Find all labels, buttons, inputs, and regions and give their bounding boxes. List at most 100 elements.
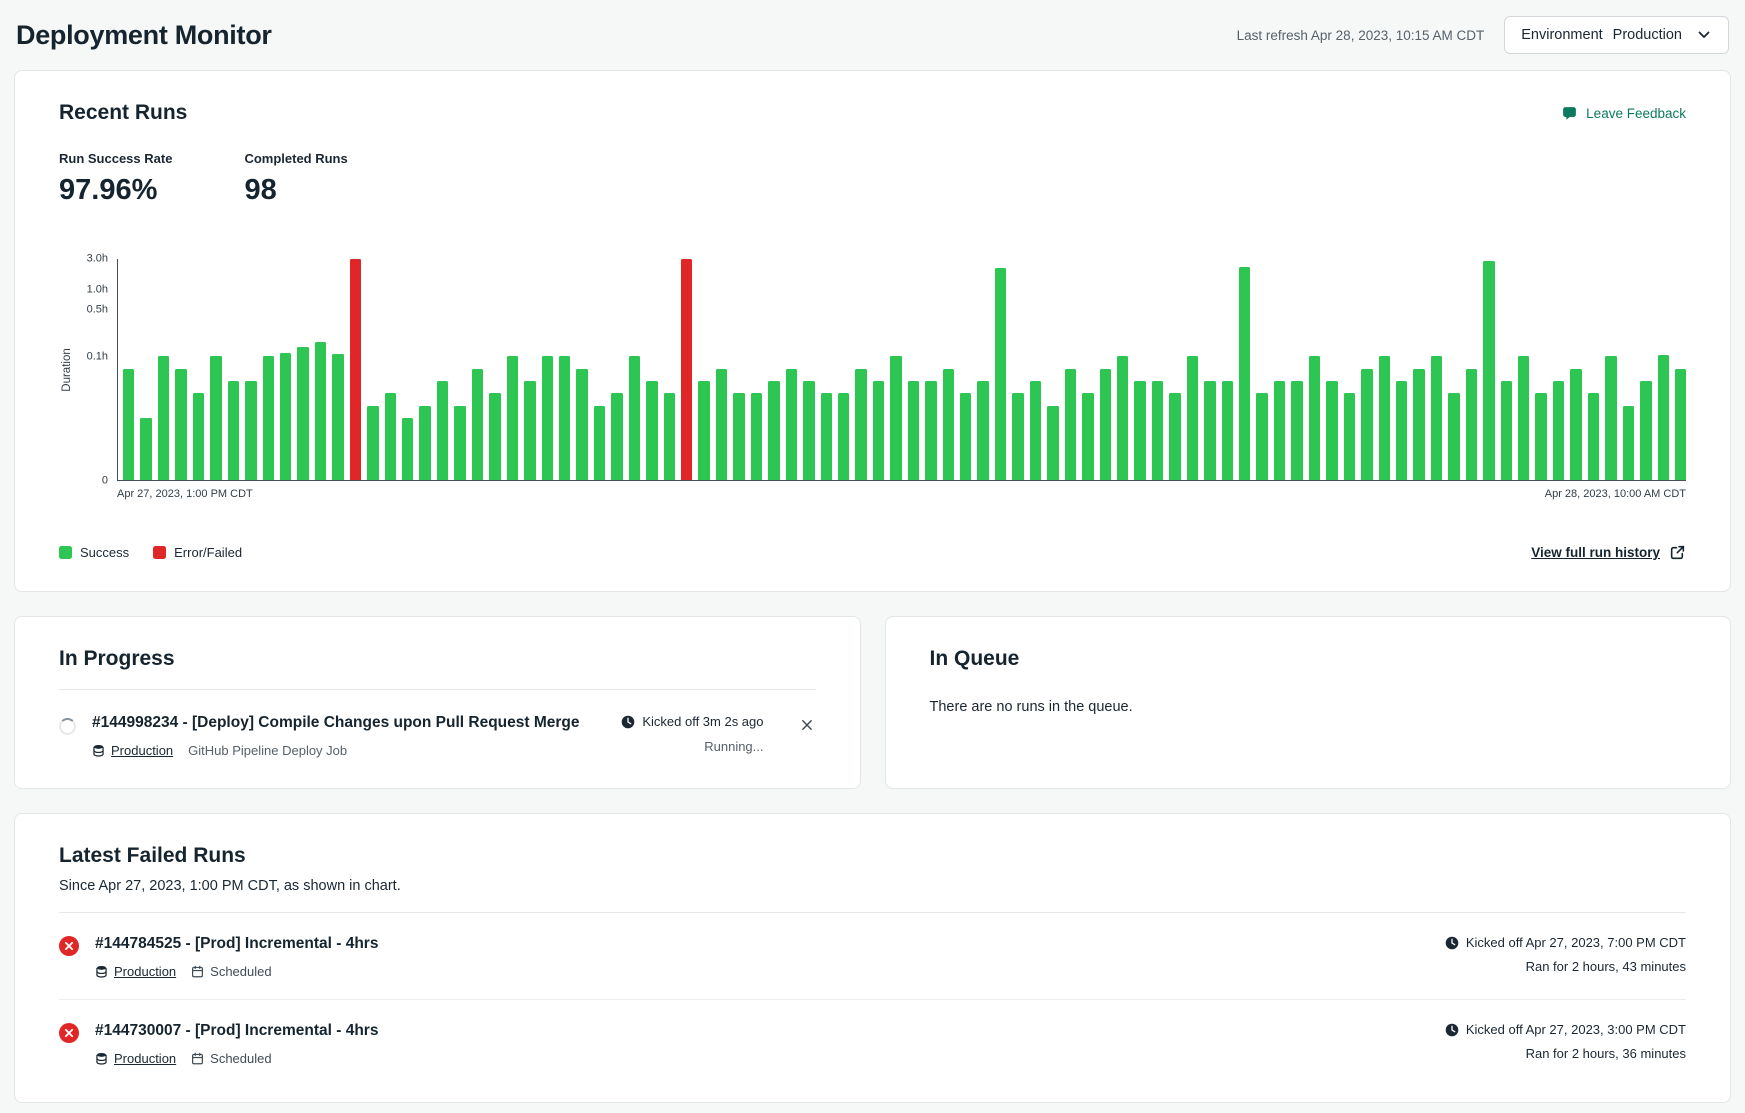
chart-bar[interactable]: [838, 393, 849, 480]
chart-bar[interactable]: [437, 381, 448, 480]
chart-bar[interactable]: [873, 381, 884, 480]
chart-bar[interactable]: [698, 381, 709, 480]
chart-bar[interactable]: [594, 406, 605, 480]
chart-bar[interactable]: [768, 381, 779, 480]
chart-bar[interactable]: [1466, 369, 1477, 480]
chart-bar[interactable]: [280, 353, 291, 480]
chart-bar[interactable]: [1448, 393, 1459, 480]
chart-bar[interactable]: [977, 381, 988, 480]
production-link[interactable]: Production: [95, 1051, 176, 1066]
chart-bar[interactable]: [193, 393, 204, 480]
chart-bar[interactable]: [158, 356, 169, 480]
chart-bar[interactable]: [489, 393, 500, 480]
leave-feedback-link[interactable]: Leave Feedback: [1561, 105, 1686, 122]
chart-bar[interactable]: [1518, 356, 1529, 480]
chart-bar[interactable]: [1501, 381, 1512, 480]
chart-bar[interactable]: [1570, 369, 1581, 480]
chart-bar[interactable]: [576, 369, 587, 480]
chart-bar[interactable]: [385, 393, 396, 480]
chart-bar[interactable]: [995, 268, 1006, 480]
chart-bar[interactable]: [1605, 356, 1616, 480]
chart-bar[interactable]: [402, 418, 413, 480]
chart-bar[interactable]: [681, 259, 692, 480]
chart-bar[interactable]: [1483, 261, 1494, 480]
chart-bar[interactable]: [1187, 356, 1198, 480]
chart-bar[interactable]: [1361, 369, 1372, 480]
chart-bar[interactable]: [1100, 369, 1111, 480]
chart-bar[interactable]: [1239, 267, 1250, 480]
chart-bar[interactable]: [350, 259, 361, 480]
chart-bar[interactable]: [1222, 381, 1233, 480]
chart-bar[interactable]: [1431, 356, 1442, 480]
chart-bar[interactable]: [263, 356, 274, 480]
chart-bar[interactable]: [803, 381, 814, 480]
chart-bar[interactable]: [1344, 393, 1355, 480]
chart-bar[interactable]: [1047, 406, 1058, 480]
chart-bar[interactable]: [1152, 381, 1163, 480]
job-name: GitHub Pipeline Deploy Job: [188, 743, 347, 758]
chart-bar[interactable]: [524, 381, 535, 480]
chart-bar[interactable]: [419, 406, 430, 480]
chart-bar[interactable]: [1535, 393, 1546, 480]
chart-bar[interactable]: [821, 393, 832, 480]
chart-bar[interactable]: [1117, 356, 1128, 480]
chart-bar[interactable]: [1309, 356, 1320, 480]
chart-bar[interactable]: [1553, 381, 1564, 480]
chart-bar[interactable]: [1204, 381, 1215, 480]
chart-bar[interactable]: [507, 356, 518, 480]
chart-bar[interactable]: [629, 356, 640, 480]
chart-bar[interactable]: [855, 369, 866, 480]
chart-plot: [117, 259, 1686, 481]
chart-bar[interactable]: [664, 393, 675, 480]
database-icon: [95, 965, 108, 978]
chart-bar[interactable]: [716, 369, 727, 480]
production-link[interactable]: Production: [95, 964, 176, 979]
chart-bar[interactable]: [1396, 381, 1407, 480]
chart-bar[interactable]: [542, 356, 553, 480]
chart-bar[interactable]: [367, 406, 378, 480]
chart-bar[interactable]: [943, 369, 954, 480]
chart-bar[interactable]: [1623, 406, 1634, 480]
chart-bar[interactable]: [1169, 393, 1180, 480]
chart-bar[interactable]: [786, 369, 797, 480]
chart-bar[interactable]: [646, 381, 657, 480]
cancel-run-button[interactable]: [798, 716, 816, 737]
chart-bar[interactable]: [1675, 369, 1686, 480]
chart-bar[interactable]: [1291, 381, 1302, 480]
chart-bar[interactable]: [210, 356, 221, 480]
chart-bar[interactable]: [332, 354, 343, 480]
chart-bar[interactable]: [297, 347, 308, 480]
chart-bar[interactable]: [123, 369, 134, 480]
chart-bar[interactable]: [1012, 393, 1023, 480]
chart-bar[interactable]: [315, 342, 326, 480]
chart-bar[interactable]: [559, 356, 570, 480]
chart-bar[interactable]: [245, 381, 256, 480]
chart-bar[interactable]: [454, 406, 465, 480]
chart-bar[interactable]: [1082, 393, 1093, 480]
environment-dropdown[interactable]: Environment Production: [1504, 16, 1729, 54]
chart-bar[interactable]: [1588, 393, 1599, 480]
chart-bar[interactable]: [890, 356, 901, 480]
chart-bar[interactable]: [908, 381, 919, 480]
chart-bar[interactable]: [960, 393, 971, 480]
production-link[interactable]: Production: [92, 743, 173, 758]
chart-bar[interactable]: [1413, 369, 1424, 480]
chart-bar[interactable]: [1379, 356, 1390, 480]
chart-bar[interactable]: [472, 369, 483, 480]
chart-bar[interactable]: [1274, 381, 1285, 480]
chart-bar[interactable]: [1326, 381, 1337, 480]
chart-bar[interactable]: [611, 393, 622, 480]
chart-bar[interactable]: [925, 381, 936, 480]
chart-bar[interactable]: [1658, 355, 1669, 480]
chart-bar[interactable]: [175, 369, 186, 480]
chart-bar[interactable]: [751, 393, 762, 480]
view-full-run-history-link[interactable]: View full run history: [1531, 544, 1686, 561]
chart-bar[interactable]: [1030, 381, 1041, 480]
chart-bar[interactable]: [1256, 393, 1267, 480]
chart-bar[interactable]: [1065, 369, 1076, 480]
chart-bar[interactable]: [1640, 381, 1651, 480]
chart-bar[interactable]: [1134, 381, 1145, 480]
chart-bar[interactable]: [733, 393, 744, 480]
chart-bar[interactable]: [228, 381, 239, 480]
chart-bar[interactable]: [140, 418, 151, 480]
